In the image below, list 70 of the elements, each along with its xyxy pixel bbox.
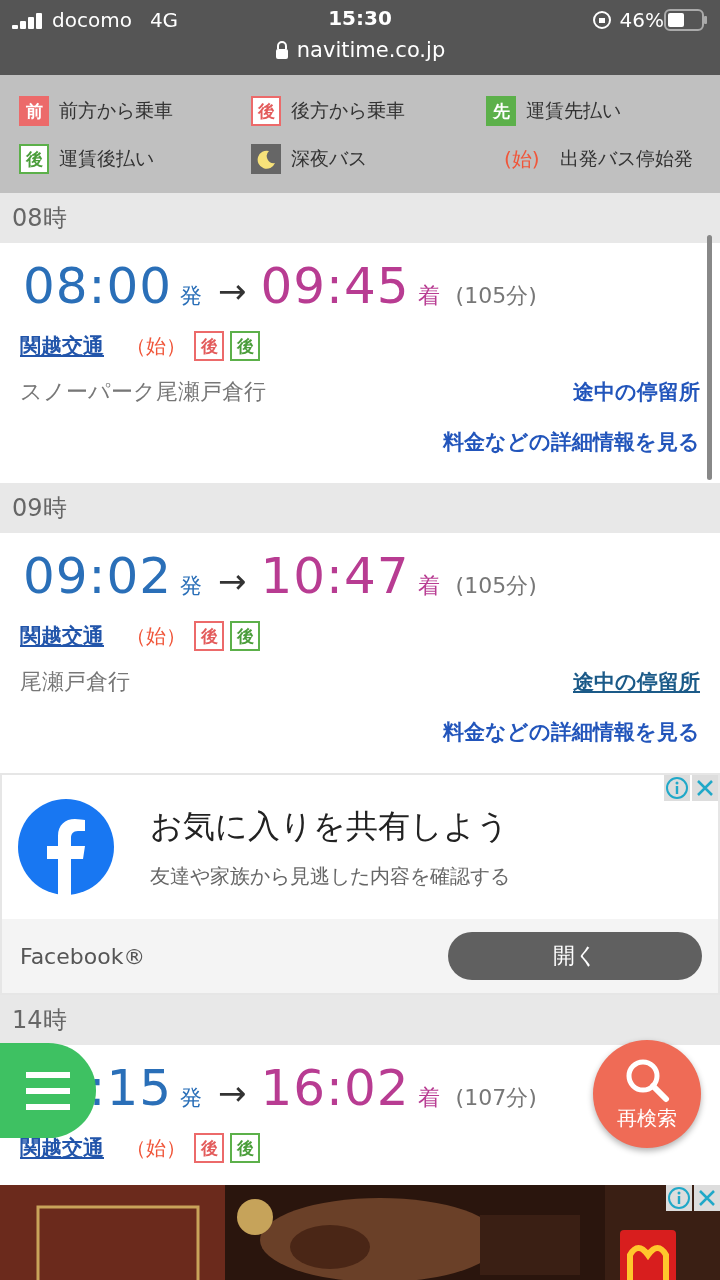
advertiser-name: Facebook®	[20, 943, 146, 969]
hour-heading: 09時	[12, 493, 67, 524]
menu-button[interactable]	[0, 1043, 96, 1138]
departure-label: 発	[180, 1084, 202, 1112]
duration: (105分)	[455, 282, 537, 310]
close-icon[interactable]	[692, 775, 718, 801]
ad-info-icon[interactable]	[664, 775, 690, 801]
lock-icon	[274, 40, 289, 60]
legend-badge: 先	[486, 96, 516, 126]
close-icon[interactable]	[694, 1185, 720, 1211]
duration: (107分)	[455, 1084, 537, 1112]
url: navitime.co.jp	[296, 38, 446, 62]
boarding-badge: 後	[230, 331, 260, 361]
logo-icon	[18, 799, 114, 895]
origin-mark: （始）	[126, 622, 186, 650]
clock: 15:30	[328, 6, 392, 30]
hour-heading: 08時	[12, 203, 67, 234]
legend-label: 運賃後払い	[59, 146, 154, 171]
destination: スノーパーク尾瀬戸倉行	[20, 378, 266, 406]
legend-label: 前方から乗車	[59, 98, 173, 123]
arrival-time: 09:45	[260, 257, 410, 315]
battery-icon	[664, 9, 708, 31]
ad-info-icon[interactable]	[666, 1185, 692, 1211]
arrival-label: 着	[417, 572, 440, 600]
stops-link[interactable]: 途中の停留所	[573, 378, 700, 406]
battery-percent: 46%	[619, 8, 664, 32]
company-link[interactable]: 関越交通	[20, 1134, 104, 1162]
boarding-badge: 後	[194, 1133, 224, 1163]
legend-badge: 前	[19, 96, 49, 126]
departure-label: 発	[180, 282, 202, 310]
details-link[interactable]: 料金などの詳細情報を見る	[443, 428, 700, 456]
boarding-badge: 後	[230, 1133, 260, 1163]
departure-label: 発	[180, 572, 202, 600]
legend-badge: 後	[19, 144, 49, 174]
duration: (105分)	[455, 572, 537, 600]
origin-mark: （始）	[126, 1134, 186, 1162]
legend-label: 後方から乗車	[291, 98, 405, 123]
carrier: docomo	[52, 8, 132, 32]
network-type: 4G	[149, 8, 179, 32]
arrival-time: 10:47	[260, 547, 410, 605]
legend-label: 深夜バス	[291, 146, 367, 171]
details-link[interactable]: 料金などの詳細情報を見る	[443, 718, 700, 746]
arrival-label: 着	[417, 282, 440, 310]
hour-heading: 14時	[12, 1005, 67, 1036]
legend-label: 運賃先払い	[526, 98, 621, 123]
boarding-badge: 後	[230, 621, 260, 651]
arrow-icon: →	[218, 561, 247, 601]
rotation-lock-icon	[591, 10, 612, 30]
ad-subtitle: 友達や家族から見逃した内容を確認する	[150, 862, 510, 890]
moon-icon	[251, 144, 281, 174]
arrow-icon: →	[218, 1073, 247, 1113]
arrival-label: 着	[417, 1084, 440, 1112]
company-link[interactable]: 関越交通	[20, 332, 104, 360]
boarding-badge: 後	[194, 331, 224, 361]
arrow-icon: →	[218, 271, 247, 311]
legend-badge: 後	[251, 96, 281, 126]
boarding-badge: 後	[194, 621, 224, 651]
destination: 尾瀬戸倉行	[20, 668, 130, 696]
origin-mark: (始)	[504, 145, 540, 173]
open-button[interactable]: 開く	[448, 932, 702, 980]
departure-time: 08:00	[22, 257, 172, 315]
arrival-time: 16:02	[260, 1059, 410, 1117]
stops-link[interactable]: 途中の停留所	[573, 668, 700, 696]
departure-time: 09:02	[22, 547, 172, 605]
legend-label: 出発バス停始発	[559, 146, 693, 171]
ad-title: お気に入りを共有しよう	[150, 805, 510, 847]
company-link[interactable]: 関越交通	[20, 622, 104, 650]
menu-icon	[26, 1071, 70, 1110]
origin-mark: （始）	[126, 332, 186, 360]
signal-icon	[12, 11, 44, 29]
